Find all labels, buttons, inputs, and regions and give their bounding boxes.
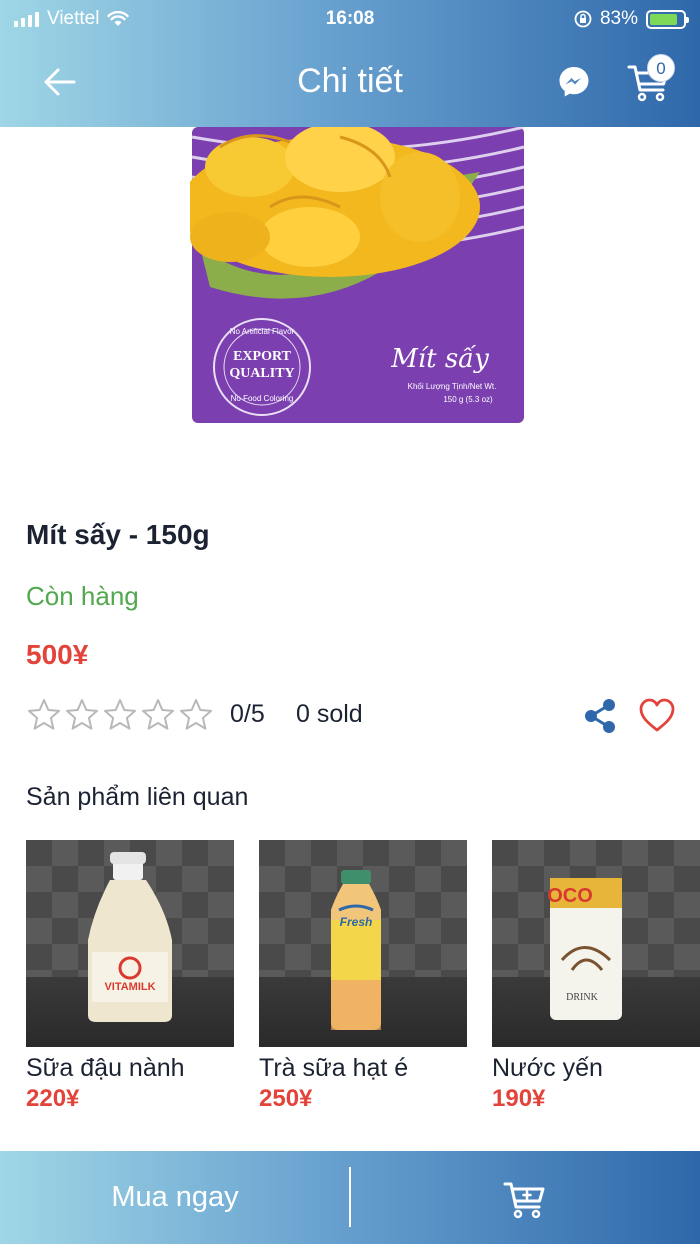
star-icon[interactable]	[178, 697, 214, 733]
cart-count-badge: 0	[647, 54, 675, 82]
add-to-cart-button[interactable]	[350, 1151, 700, 1244]
rating-score: 0/5	[230, 700, 265, 728]
related-products-title: Sản phẩm liên quan	[26, 783, 249, 811]
product-price: 500¥	[26, 639, 89, 670]
buy-now-button[interactable]: Mua ngay	[0, 1151, 350, 1244]
image-weight: 150 g (5.3 oz)	[443, 395, 493, 404]
page-title: Chi tiết	[297, 62, 403, 100]
fresh-label: Fresh	[340, 915, 373, 929]
coco-label: OCO	[547, 885, 593, 907]
rating-stars[interactable]	[26, 697, 214, 733]
related-product-card[interactable]: VITAMILK Sữa đậu nành 220¥	[26, 840, 234, 1130]
star-icon[interactable]	[26, 697, 62, 733]
export-quality-line1: EXPORT	[233, 349, 292, 364]
orientation-lock-icon	[574, 10, 592, 28]
export-quality-line2: QUALITY	[229, 366, 294, 381]
messenger-icon[interactable]	[556, 64, 592, 100]
star-icon[interactable]	[140, 697, 176, 733]
related-product-name[interactable]: Trà sữa hạt é	[259, 1054, 467, 1083]
star-icon[interactable]	[64, 697, 100, 733]
status-right: 83%	[574, 8, 689, 30]
badge-bottom-text: No Food Coloring	[231, 394, 294, 403]
status-bar: Viettel 16:08 83%	[0, 0, 700, 38]
related-product-card[interactable]: OCO DRINK Nước yến 190¥	[492, 840, 700, 1130]
related-product-price: 190¥	[492, 1085, 546, 1112]
app-header: Viettel 16:08 83% Chi tiết 0	[0, 0, 700, 127]
related-product-image[interactable]: Fresh	[259, 840, 467, 1047]
badge-top-text: No Artificial Flavor	[230, 327, 295, 336]
stock-status: Còn hàng	[26, 581, 139, 611]
related-product-name[interactable]: Sữa đậu nành	[26, 1054, 234, 1083]
product-name: Mít sấy - 150g	[26, 519, 210, 550]
related-product-card[interactable]: Fresh Trà sữa hạt é 250¥	[259, 840, 467, 1130]
bottom-action-bar: Mua ngay	[0, 1151, 700, 1244]
battery-percent: 83%	[599, 8, 638, 29]
image-weight-label: Khối Lượng Tịnh/Net Wt.	[408, 382, 497, 391]
heart-icon[interactable]	[638, 697, 676, 733]
vitamilk-label: VITAMILK	[104, 981, 155, 993]
drink-label: DRINK	[566, 992, 598, 1003]
product-image-title: Mít sấy	[390, 344, 489, 374]
related-product-image[interactable]: OCO DRINK	[492, 840, 700, 1047]
add-to-cart-icon[interactable]	[502, 1176, 548, 1220]
related-product-image[interactable]: VITAMILK	[26, 840, 234, 1047]
sold-count: 0 sold	[296, 700, 363, 728]
product-image[interactable]: EXPORT QUALITY No Artificial Flavor No F…	[190, 127, 526, 427]
related-product-price: 250¥	[259, 1085, 313, 1112]
related-product-name[interactable]: Nước yến	[492, 1054, 700, 1083]
share-icon[interactable]	[583, 698, 617, 734]
related-product-price: 220¥	[26, 1085, 80, 1112]
star-icon[interactable]	[102, 697, 138, 733]
battery-icon	[646, 9, 689, 29]
